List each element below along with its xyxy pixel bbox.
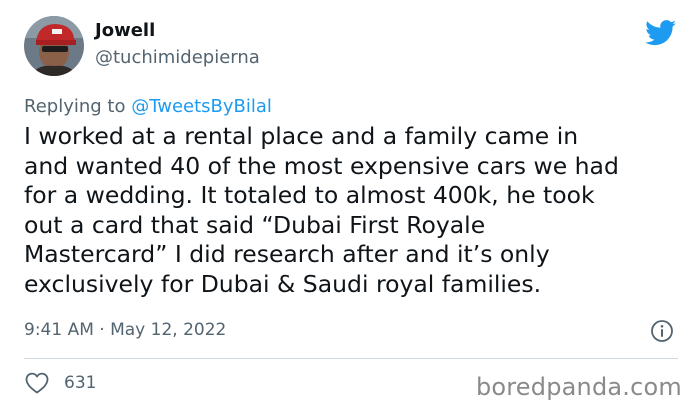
twitter-bird-icon (645, 20, 677, 46)
tweet-text-line: exclusively for Dubai & Saudi royal fami… (24, 269, 542, 298)
replying-to-line: Replying to @TweetsByBilal (24, 95, 272, 119)
tweet-text-line: Mastercard” I did research after and it’… (24, 240, 550, 268)
watermark: boredpanda.com (475, 373, 682, 401)
author-avatar[interactable] (24, 16, 84, 76)
info-icon[interactable] (650, 319, 674, 343)
tweet-text-line: and wanted 40 of the most expensive cars… (24, 151, 619, 180)
divider (24, 358, 678, 359)
replying-to-prefix: Replying to (24, 96, 132, 117)
tweet-text-line: I worked at a rental place and a family … (24, 122, 579, 150)
tweet-text: I worked at a rental place and a family … (24, 122, 674, 299)
like-count: 631 (64, 373, 97, 393)
reply-target-link[interactable]: @TweetsByBilal (131, 96, 272, 117)
tweet-text-line: for a wedding. It totaled to almost 400k… (24, 181, 595, 209)
author-handle[interactable]: @tuchimidepierna (95, 47, 260, 69)
heart-icon[interactable] (25, 372, 49, 394)
tweet-timestamp[interactable]: 9:41 AM · May 12, 2022 (24, 318, 226, 342)
author-display-name[interactable]: Jowell (95, 20, 155, 42)
avatar-image (24, 16, 84, 76)
tweet-text-line: out a card that said “Dubai First Royale (24, 210, 486, 239)
